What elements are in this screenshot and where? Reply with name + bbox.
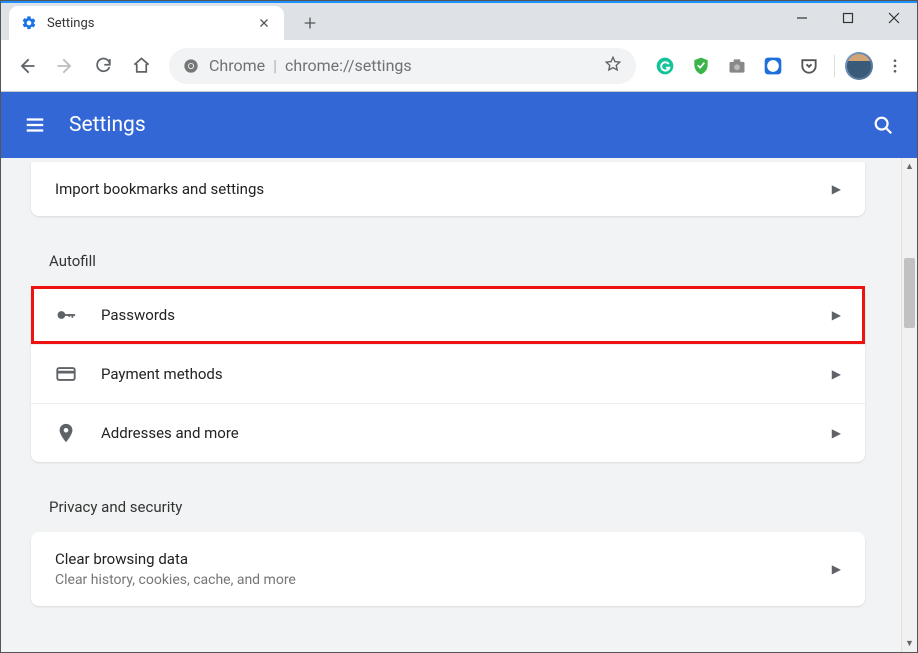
location-icon [55, 422, 77, 444]
search-icon[interactable] [871, 113, 895, 137]
pocket-icon[interactable] [794, 51, 824, 81]
grammarly-icon[interactable] [650, 51, 680, 81]
window-titlebar: Settings [1, 1, 917, 40]
camera-icon[interactable] [722, 51, 752, 81]
tab-title: Settings [47, 16, 246, 31]
menu-button[interactable] [879, 50, 911, 82]
back-button[interactable] [9, 48, 45, 84]
credit-card-icon [55, 363, 77, 385]
passwords-row[interactable]: Passwords ▶ [31, 286, 865, 344]
settings-content: Import bookmarks and settings ▶ Autofill… [1, 158, 901, 652]
import-bookmarks-row[interactable]: Import bookmarks and settings ▶ [31, 162, 865, 216]
address-bar[interactable]: Chrome | chrome://settings [169, 48, 636, 84]
window-close-button[interactable] [871, 3, 917, 33]
chevron-right-icon: ▶ [832, 308, 841, 322]
safari-icon[interactable] [758, 51, 788, 81]
section-title-privacy: Privacy and security [49, 498, 865, 516]
omnibox-text: Chrome | chrome://settings [209, 56, 412, 75]
section-title-autofill: Autofill [49, 252, 865, 270]
settings-header: Settings [1, 92, 917, 158]
import-card: Import bookmarks and settings ▶ [31, 162, 865, 216]
row-label: Addresses and more [101, 424, 808, 442]
gear-icon [21, 15, 37, 31]
payment-methods-row[interactable]: Payment methods ▶ [31, 344, 865, 403]
page-title: Settings [69, 113, 146, 137]
row-label: Payment methods [101, 365, 808, 383]
scroll-up-icon[interactable]: ▲ [902, 158, 917, 175]
clear-browsing-data-row[interactable]: Clear browsing data Clear history, cooki… [31, 532, 865, 606]
key-icon [55, 304, 77, 326]
forward-button[interactable] [47, 48, 83, 84]
privacy-card: Clear browsing data Clear history, cooki… [31, 532, 865, 606]
hamburger-icon[interactable] [23, 113, 47, 137]
scroll-down-icon[interactable]: ▼ [902, 635, 917, 652]
row-label: Import bookmarks and settings [55, 180, 808, 198]
scrollbar[interactable]: ▲ ▼ [901, 158, 917, 652]
star-icon[interactable] [604, 55, 622, 77]
new-tab-button[interactable] [296, 9, 324, 37]
row-label: Passwords [101, 306, 808, 324]
row-sublabel: Clear history, cookies, cache, and more [55, 572, 808, 588]
row-label: Clear browsing data [55, 550, 808, 568]
browser-tab[interactable]: Settings [9, 6, 284, 40]
chevron-right-icon: ▶ [832, 182, 841, 196]
close-icon[interactable] [256, 15, 272, 31]
browser-toolbar: Chrome | chrome://settings [1, 40, 917, 92]
chevron-right-icon: ▶ [832, 367, 841, 381]
divider [834, 55, 835, 77]
reload-button[interactable] [85, 48, 121, 84]
addresses-row[interactable]: Addresses and more ▶ [31, 403, 865, 462]
window-minimize-button[interactable] [779, 3, 825, 33]
home-button[interactable] [123, 48, 159, 84]
avatar[interactable] [845, 52, 873, 80]
scrollbar-thumb[interactable] [904, 258, 915, 328]
chevron-right-icon: ▶ [832, 562, 841, 576]
chevron-right-icon: ▶ [832, 426, 841, 440]
window-maximize-button[interactable] [825, 3, 871, 33]
chrome-icon [183, 58, 199, 74]
autofill-card: Passwords ▶ Payment methods ▶ Addresses … [31, 286, 865, 462]
shield-icon[interactable] [686, 51, 716, 81]
